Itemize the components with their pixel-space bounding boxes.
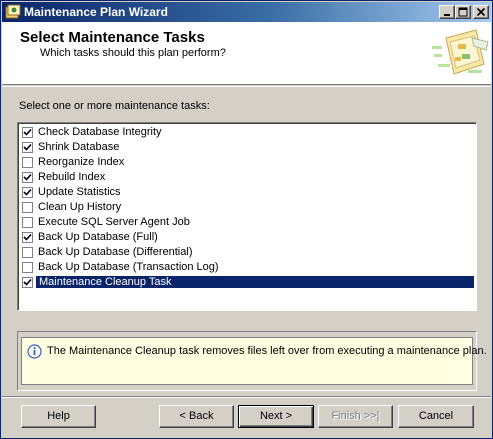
task-label: Back Up Database (Full) xyxy=(38,231,158,243)
task-label: Execute SQL Server Agent Job xyxy=(38,216,190,228)
task-checklist[interactable]: Check Database Integrity Shrink Database… xyxy=(17,122,477,311)
maximize-button[interactable] xyxy=(455,5,471,19)
task-item[interactable]: Execute SQL Server Agent Job xyxy=(20,215,474,230)
description-group: The Maintenance Cleanup task removes fil… xyxy=(17,331,487,391)
task-checkbox[interactable] xyxy=(22,217,33,228)
task-item[interactable]: Rebuild Index xyxy=(20,170,474,185)
task-label: Shrink Database xyxy=(38,141,120,153)
task-checkbox[interactable] xyxy=(22,157,33,168)
task-item[interactable]: Update Statistics xyxy=(20,185,474,200)
task-label: Update Statistics xyxy=(38,186,121,198)
task-checkbox[interactable] xyxy=(22,187,33,198)
close-button[interactable] xyxy=(473,5,489,19)
task-checkbox[interactable] xyxy=(22,127,33,138)
task-item[interactable]: Back Up Database (Full) xyxy=(20,230,474,245)
info-icon xyxy=(27,344,42,362)
back-button-label: < Back xyxy=(179,410,214,422)
task-label: Clean Up History xyxy=(38,201,122,213)
wizard-window: Maintenance Plan Wizard Select Maintenan… xyxy=(0,0,493,439)
checkmark-icon xyxy=(23,128,32,136)
task-label: Back Up Database (Transaction Log) xyxy=(38,261,219,273)
cancel-button-label: Cancel xyxy=(418,410,454,422)
wizard-header: Select Maintenance Tasks Which tasks sho… xyxy=(2,22,491,85)
close-icon xyxy=(476,7,486,17)
minimize-button[interactable] xyxy=(439,5,455,19)
task-item[interactable]: Reorganize Index xyxy=(20,155,474,170)
task-item-selected[interactable]: Maintenance Cleanup Task xyxy=(20,275,474,290)
task-label: Maintenance Cleanup Task xyxy=(36,276,474,288)
window-title: Maintenance Plan Wizard xyxy=(24,5,168,19)
task-checkbox[interactable] xyxy=(22,277,33,288)
task-checkbox[interactable] xyxy=(22,142,33,153)
header-divider xyxy=(2,86,491,87)
task-label: Reorganize Index xyxy=(38,156,125,168)
page-subtitle: Which tasks should this plan perform? xyxy=(40,47,226,59)
task-item[interactable]: Back Up Database (Transaction Log) xyxy=(20,260,474,275)
task-checkbox[interactable] xyxy=(22,262,33,273)
next-button-label: Next > xyxy=(259,410,293,422)
help-button[interactable]: Help xyxy=(21,405,96,428)
task-item[interactable]: Shrink Database xyxy=(20,140,474,155)
task-label: Check Database Integrity xyxy=(38,126,162,138)
finish-button[interactable]: Finish >>| xyxy=(318,405,393,428)
task-item[interactable]: Back Up Database (Differential) xyxy=(20,245,474,260)
title-bar[interactable]: Maintenance Plan Wizard xyxy=(2,2,491,22)
task-description-panel: The Maintenance Cleanup task removes fil… xyxy=(21,337,487,385)
task-prompt-label: Select one or more maintenance tasks: xyxy=(19,100,210,112)
checkmark-icon xyxy=(23,143,32,151)
task-item[interactable]: Check Database Integrity xyxy=(20,125,474,140)
minimize-icon xyxy=(444,14,450,16)
checkmark-icon xyxy=(23,233,32,241)
task-checkbox[interactable] xyxy=(22,247,33,258)
wizard-graphic-icon xyxy=(428,24,490,84)
task-label: Back Up Database (Differential) xyxy=(38,246,193,258)
next-button[interactable]: Next > xyxy=(238,405,314,428)
checkmark-icon xyxy=(23,278,32,286)
task-checkbox[interactable] xyxy=(22,202,33,213)
task-item[interactable]: Clean Up History xyxy=(20,200,474,215)
back-button[interactable]: < Back xyxy=(159,405,234,428)
wizard-app-icon xyxy=(5,4,21,20)
finish-button-label: Finish >>| xyxy=(331,410,380,422)
task-checkbox[interactable] xyxy=(22,172,33,183)
footer-divider xyxy=(2,396,491,398)
page-title: Select Maintenance Tasks xyxy=(20,29,205,46)
checkmark-icon xyxy=(23,173,32,181)
maximize-icon xyxy=(458,7,468,17)
task-label: Rebuild Index xyxy=(38,171,106,183)
help-button-label: Help xyxy=(47,410,70,422)
cancel-button[interactable]: Cancel xyxy=(398,405,474,428)
task-checkbox[interactable] xyxy=(22,232,33,243)
task-description-text: The Maintenance Cleanup task removes fil… xyxy=(47,345,487,357)
checkmark-icon xyxy=(23,188,32,196)
